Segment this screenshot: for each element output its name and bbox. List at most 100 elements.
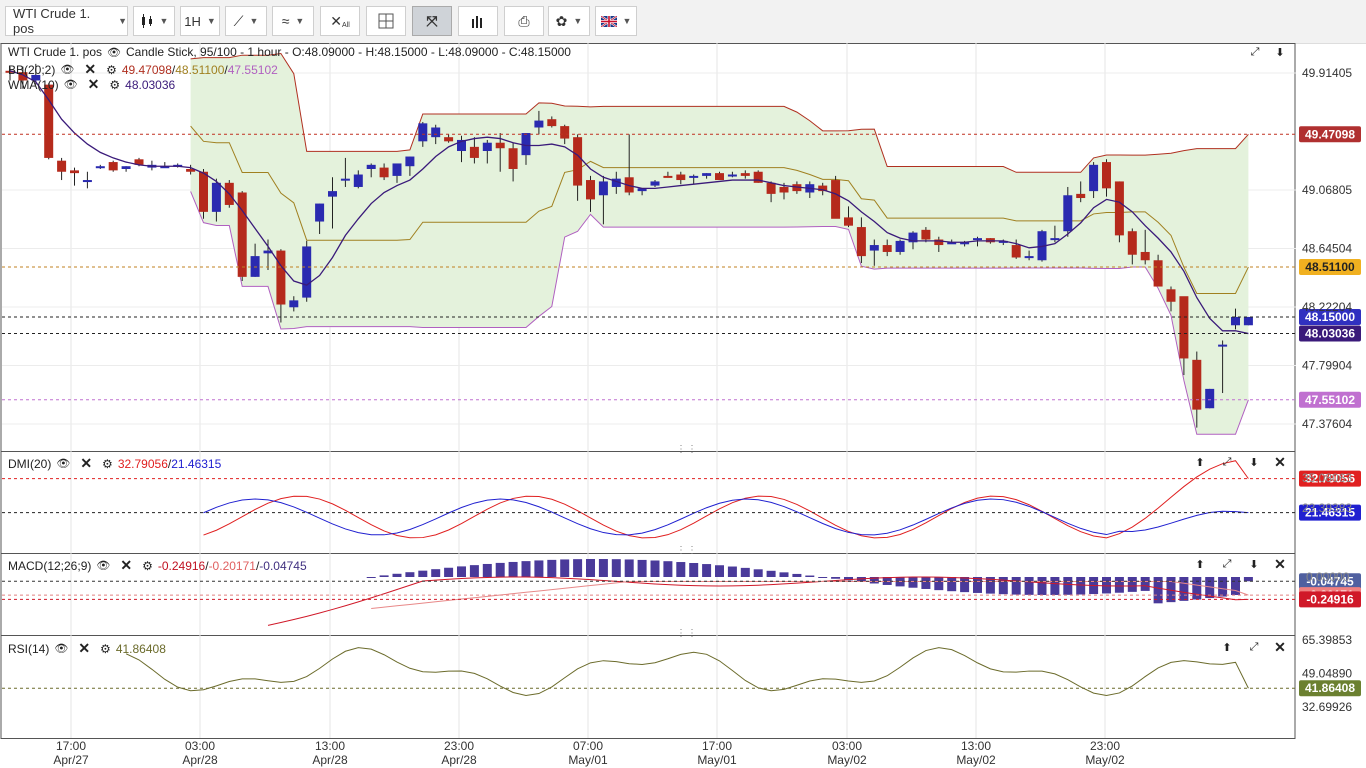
macd-histogram-bar — [418, 570, 428, 577]
dmi-minus-value: 21.46315 — [171, 456, 222, 471]
rsi-label: RSI(14) — [8, 641, 50, 656]
gear-icon[interactable]: ⚙ — [100, 642, 111, 656]
volume-button[interactable] — [458, 6, 498, 36]
eye-icon[interactable]: 👁 — [64, 78, 78, 91]
bar-chart-icon — [472, 16, 482, 28]
resize-handle[interactable]: ⋮⋮ — [676, 546, 698, 556]
candle-body — [831, 180, 841, 219]
candle-body — [57, 160, 67, 172]
gear-icon[interactable]: ⚙ — [109, 78, 120, 92]
x-tick-date: May/02 — [1085, 753, 1125, 767]
close-icon[interactable]: ✕ — [88, 76, 100, 93]
close-icon[interactable]: ✕ — [1270, 556, 1290, 572]
macd-histogram-bar — [495, 562, 505, 577]
gear-icon[interactable]: ⚙ — [102, 457, 113, 471]
close-icon[interactable]: ✕ — [78, 640, 90, 657]
x-tick-date: May/02 — [956, 753, 996, 767]
candle-body — [469, 146, 479, 158]
eye-icon[interactable]: 👁 — [107, 46, 121, 59]
macd-histogram-bar — [960, 577, 970, 593]
timeframe-select[interactable]: 1H ▼ — [180, 6, 220, 36]
expand-icon[interactable]: ⤢ — [1245, 44, 1265, 60]
macd-histogram-bar — [715, 565, 724, 577]
indicators-button[interactable]: ≈ ▼ — [272, 6, 314, 36]
rsi-y-tick: 65.39853 — [1302, 633, 1352, 647]
macd-histogram-bar — [482, 563, 492, 577]
eye-icon[interactable]: 👁 — [60, 63, 74, 76]
candle-body — [199, 171, 208, 212]
x-tick-time: 17:00 — [702, 739, 732, 753]
close-icon[interactable]: ✕ — [1270, 639, 1290, 655]
move-up-icon[interactable]: ⬆ — [1217, 639, 1237, 655]
close-icon[interactable]: ✕ — [1270, 454, 1290, 470]
candle-body — [882, 245, 892, 252]
macd-histogram-bar — [1063, 577, 1073, 595]
draw-tools-button[interactable]: ⟋ ▼ — [225, 6, 267, 36]
candle-body — [1140, 251, 1150, 261]
candle-body — [82, 180, 92, 183]
candle-body — [895, 240, 905, 252]
gear-icon[interactable]: ⚙ — [142, 559, 153, 573]
resize-handle[interactable]: ⋮⋮ — [676, 629, 698, 639]
dmi-legend: DMI(20) 👁 ✕ ⚙ 32.79056/21.46315 — [8, 455, 222, 472]
fullscreen-button[interactable]: ⤧ — [412, 6, 452, 36]
eye-icon[interactable]: 👁 — [96, 559, 110, 572]
move-down-icon[interactable]: ⬇ — [1244, 556, 1264, 572]
close-icon[interactable]: ✕ — [80, 455, 92, 472]
candle-body — [869, 245, 879, 251]
crosshair-button[interactable] — [366, 6, 406, 36]
candle-body — [779, 186, 789, 193]
chevron-down-icon: ▼ — [206, 16, 216, 26]
clear-all-button[interactable]: ✕ All — [320, 6, 360, 36]
printer-icon: ⎙ — [518, 12, 530, 29]
macd-histogram-bar — [598, 559, 608, 577]
macd-histogram-bar — [1127, 577, 1137, 592]
move-down-icon[interactable]: ⬇ — [1244, 454, 1264, 470]
macd-legend: MACD(12;26;9) 👁 ✕ ⚙ -0.24916/-0.20171/-0… — [8, 557, 307, 574]
macd-histogram-bar — [753, 569, 763, 577]
macd-histogram-bar — [392, 573, 402, 577]
wma-value: 48.03036 — [125, 77, 176, 92]
candle-body — [856, 227, 866, 257]
move-up-icon[interactable]: ⬆ — [1190, 454, 1210, 470]
candle-body — [1089, 164, 1099, 192]
symbol-select[interactable]: WTI Crude 1. pos ▼ — [5, 6, 128, 36]
candle-body — [431, 127, 441, 138]
macd-histogram-bar — [650, 560, 660, 577]
settings-button[interactable]: ✿ ▼ — [548, 6, 590, 36]
eye-icon[interactable]: 👁 — [56, 457, 70, 470]
expand-icon[interactable]: ⤢ — [1217, 454, 1237, 470]
price-tag-label: 49.47098 — [1305, 127, 1355, 141]
eye-icon[interactable]: 👁 — [54, 642, 68, 655]
candle-body — [689, 175, 699, 178]
candle-body — [444, 137, 454, 142]
candle-body — [250, 256, 260, 277]
x-tick-time: 13:00 — [961, 739, 991, 753]
macd-histogram-bar — [1192, 577, 1202, 600]
candle-body — [405, 156, 415, 167]
macd-histogram-bar — [921, 577, 931, 589]
bollinger-band-fill — [190, 53, 1249, 435]
macd-histogram-bar — [702, 564, 712, 577]
candle-body — [315, 203, 325, 222]
print-button[interactable]: ⎙ — [504, 6, 544, 36]
dmi-minus-line — [203, 498, 1249, 536]
wma-label: WMA(10) — [8, 77, 59, 92]
language-button[interactable]: ▼ — [595, 6, 637, 36]
chart-type-button[interactable]: ▼ — [133, 6, 175, 36]
macd-histogram-bar — [521, 561, 531, 577]
x-tick-time: 03:00 — [832, 739, 862, 753]
gear-icon[interactable]: ⚙ — [106, 63, 117, 77]
x-tick-time: 17:00 — [56, 739, 86, 753]
expand-icon[interactable]: ⤢ — [1217, 556, 1237, 572]
resize-handle[interactable]: ⋮⋮ — [676, 445, 698, 455]
move-down-icon[interactable]: ⬇ — [1270, 44, 1290, 60]
expand-icon[interactable]: ⤢ — [1244, 639, 1264, 655]
dmi-y-tick: 23.39383 — [1302, 501, 1352, 515]
macd-histogram-bar — [973, 577, 982, 593]
move-up-icon[interactable]: ⬆ — [1190, 556, 1210, 572]
close-icon[interactable]: ✕ — [120, 557, 132, 574]
macd-histogram-bar — [740, 567, 750, 577]
macd-histogram-bar — [573, 559, 583, 577]
candle-body — [1114, 181, 1124, 236]
